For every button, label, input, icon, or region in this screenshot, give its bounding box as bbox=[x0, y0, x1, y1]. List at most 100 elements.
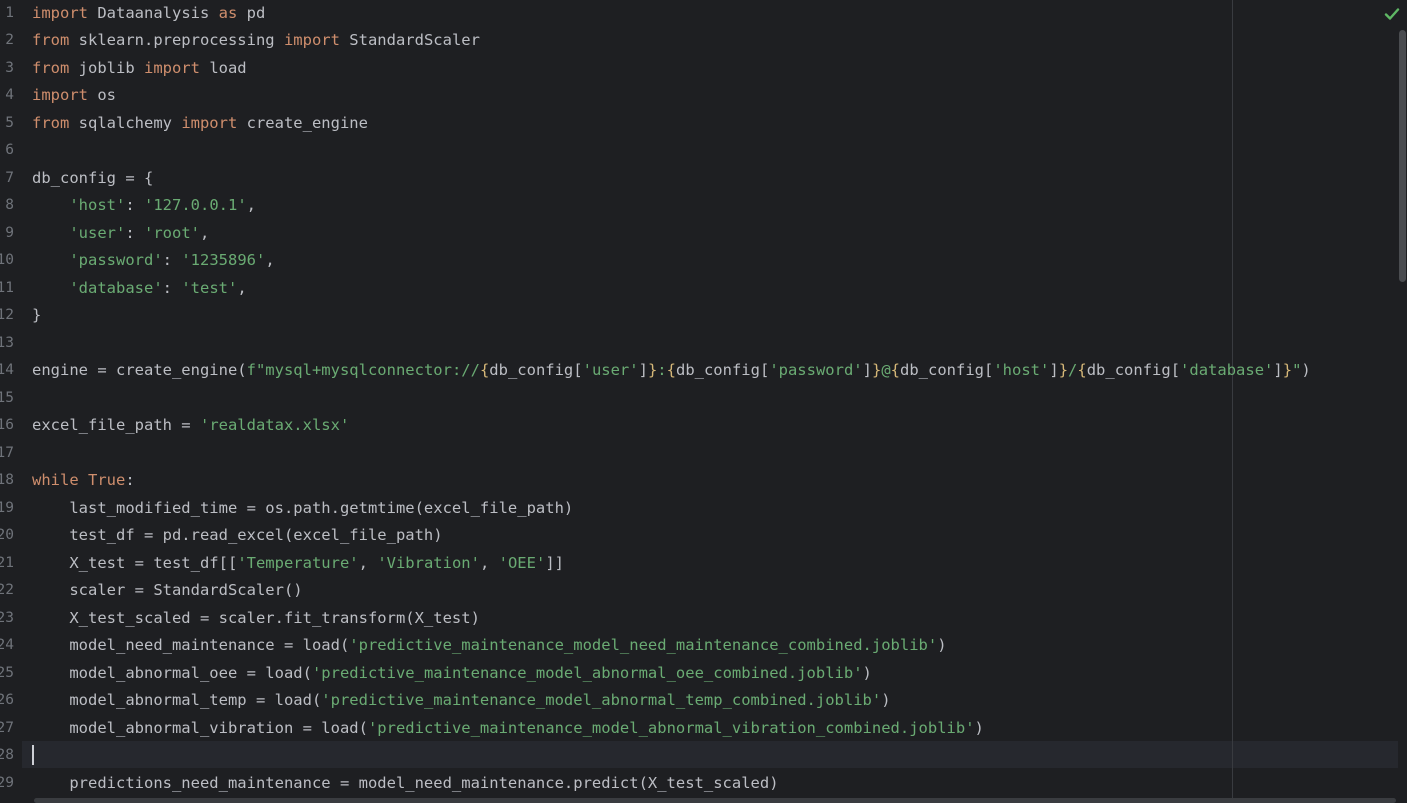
keyword: import bbox=[283, 31, 340, 49]
string-literal: 'user' bbox=[582, 361, 639, 379]
code-line: } bbox=[32, 302, 41, 329]
code-text: : bbox=[125, 196, 144, 214]
horizontal-scrollbar-thumb[interactable] bbox=[34, 798, 1396, 803]
fstring-brace: { bbox=[666, 361, 676, 379]
code-line: model_abnormal_oee = load('predictive_ma… bbox=[32, 660, 872, 687]
checkmark-icon[interactable] bbox=[1384, 6, 1400, 22]
keyword: from bbox=[32, 31, 70, 49]
code-text: X_test = test_df[[ bbox=[32, 554, 238, 572]
code-line: 'user': 'root', bbox=[32, 220, 209, 247]
code-editor[interactable]: 1 2 3 4 5 6 7 8 9 10 11 12 13 14 15 16 1… bbox=[0, 0, 1407, 803]
code-text: test_df = pd.read_excel(excel_file_path) bbox=[32, 526, 443, 544]
string-literal: 'predictive_maintenance_model_abnormal_v… bbox=[367, 719, 975, 737]
code-line: 'database': 'test', bbox=[32, 275, 247, 302]
code-text: scaler = StandardScaler() bbox=[32, 581, 303, 599]
string-literal: 'Vibration' bbox=[377, 554, 480, 572]
code-text: ) bbox=[1301, 361, 1311, 379]
string-literal: 'database' bbox=[1180, 361, 1274, 379]
string-literal: '127.0.0.1' bbox=[144, 196, 247, 214]
keyword: while bbox=[32, 471, 79, 489]
fstring-brace: } bbox=[647, 361, 658, 379]
code-text: pd bbox=[237, 4, 266, 22]
keyword: True bbox=[88, 471, 126, 489]
string-literal: 'realdatax.xlsx' bbox=[199, 416, 350, 434]
code-text: excel_file_path = bbox=[32, 416, 200, 434]
code-text: , bbox=[358, 554, 378, 572]
code-line: model_need_maintenance = load('predictiv… bbox=[32, 632, 947, 659]
code-text: ) bbox=[937, 636, 947, 654]
string-literal: 'root' bbox=[144, 224, 200, 242]
code-text: : bbox=[125, 471, 135, 489]
keyword: import bbox=[143, 59, 200, 77]
code-text: ] bbox=[638, 361, 648, 379]
code-line: from joblib import load bbox=[32, 55, 247, 82]
code-line: X_test = test_df[['Temperature', 'Vibrat… bbox=[32, 550, 564, 577]
code-text: create_engine bbox=[237, 114, 368, 132]
code-line: model_abnormal_temp = load('predictive_m… bbox=[32, 687, 890, 714]
string-literal: 'predictive_maintenance_model_need_maint… bbox=[349, 636, 938, 654]
keyword: from bbox=[32, 114, 70, 132]
string-literal: 'predictive_maintenance_model_abnormal_t… bbox=[321, 691, 882, 709]
vertical-scrollbar-thumb[interactable] bbox=[1399, 30, 1406, 282]
code-line: import os bbox=[32, 82, 116, 109]
string-literal: 'host' bbox=[69, 196, 126, 214]
code-line: last_modified_time = os.path.getmtime(ex… bbox=[32, 495, 573, 522]
code-line: from sqlalchemy import create_engine bbox=[32, 110, 368, 137]
fstring-brace: { bbox=[479, 361, 490, 379]
code-text: model_abnormal_oee = load( bbox=[32, 664, 312, 682]
string-literal: 'password' bbox=[69, 251, 163, 269]
f-string: : bbox=[657, 361, 667, 379]
string-literal: 'host' bbox=[993, 361, 1050, 379]
code-line: db_config = { bbox=[32, 165, 153, 192]
code-text: db_config[ bbox=[1086, 361, 1181, 379]
keyword: as bbox=[218, 4, 238, 22]
code-text: X_test_scaled = scaler.fit_transform(X_t… bbox=[32, 609, 480, 627]
code-text: sklearn.preprocessing bbox=[69, 31, 284, 49]
code-line: while True: bbox=[32, 467, 135, 494]
code-text: model_need_maintenance = load( bbox=[32, 636, 350, 654]
code-text: db_config = { bbox=[32, 169, 154, 187]
code-line: import Dataanalysis as pd bbox=[32, 0, 265, 27]
fstring-brace: { bbox=[1077, 361, 1087, 379]
string-literal: 'Temperature' bbox=[237, 554, 359, 572]
string-literal: 'user' bbox=[69, 224, 126, 242]
code-text: sqlalchemy bbox=[69, 114, 182, 132]
f-string: / bbox=[1068, 361, 1078, 379]
code-text: , bbox=[479, 554, 499, 572]
keyword: import bbox=[32, 4, 88, 22]
code-line: engine = create_engine(f"mysql+mysqlconn… bbox=[32, 357, 1311, 384]
code-text: : bbox=[162, 251, 182, 269]
code-text: , bbox=[200, 224, 210, 242]
code-line: scaler = StandardScaler() bbox=[32, 577, 303, 604]
string-literal: 'password' bbox=[769, 361, 863, 379]
code-text: ) bbox=[862, 664, 872, 682]
code-text: ) bbox=[974, 719, 984, 737]
f-string: " bbox=[1292, 361, 1302, 379]
code-text: } bbox=[32, 306, 42, 324]
code-text: db_config[ bbox=[675, 361, 770, 379]
code-text: , bbox=[265, 251, 275, 269]
code-text: last_modified_time = os.path.getmtime(ex… bbox=[32, 499, 574, 517]
code-text: load bbox=[199, 59, 247, 77]
code-text: db_config[ bbox=[489, 361, 583, 379]
code-text: ] bbox=[862, 361, 872, 379]
code-area[interactable]: import Dataanalysis as pd from sklearn.p… bbox=[0, 0, 1407, 803]
f-string: @ bbox=[881, 361, 891, 379]
f-string: f"mysql+mysqlconnector:// bbox=[246, 361, 480, 379]
code-text: ] bbox=[1049, 361, 1059, 379]
code-text: ] bbox=[1273, 361, 1283, 379]
string-literal: 'OEE' bbox=[498, 554, 546, 572]
keyword: import bbox=[181, 114, 238, 132]
code-line: excel_file_path = 'realdatax.xlsx' bbox=[32, 412, 349, 439]
string-literal: 'database' bbox=[69, 279, 163, 297]
checkmark-icon-svg bbox=[1384, 8, 1400, 20]
string-literal: 'test' bbox=[181, 279, 238, 297]
code-text: os bbox=[88, 86, 116, 104]
code-text: engine = create_engine( bbox=[32, 361, 247, 379]
code-text: , bbox=[237, 279, 247, 297]
